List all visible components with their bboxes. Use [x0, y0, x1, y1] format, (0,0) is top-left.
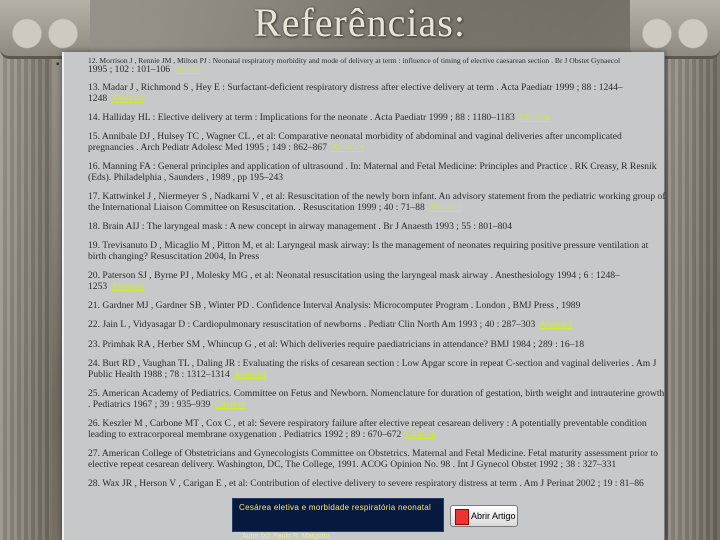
video-title: Cesárea eletiva e morbidade respiratória…	[239, 503, 432, 512]
reference-item: 18. Brain AIJ : The laryngeal mask : A n…	[88, 221, 668, 233]
reference-item: 27. American College of Obstetricians an…	[88, 447, 668, 471]
reference-item: 14. Halliday HL : Elective delivery at t…	[88, 111, 668, 124]
reference-text: 19. Trevisanuto D , Micaglio M , Pitton …	[88, 240, 649, 263]
reference-link[interactable]: Abstract	[111, 93, 144, 104]
reference-link[interactable]: Abstract	[331, 142, 364, 153]
reference-item: 23. Primhak RA , Herber SM , Whincup G ,…	[88, 338, 668, 351]
reference-text: 27. American College of Obstetricians an…	[88, 447, 658, 470]
reference-item: 26. Keszler M , Carbone MT , Cox C , et …	[88, 417, 668, 441]
reference-text: 25. American Academy of Pediatrics. Comm…	[88, 387, 665, 410]
reference-link[interactable]: Citation	[405, 429, 436, 440]
reference-text: 13. Madar J , Richmond S , Hey E : Surfa…	[88, 82, 623, 104]
reference-link[interactable]: Abstract	[539, 319, 572, 331]
right-pillar	[668, 0, 720, 540]
author-credit: Autor (a): Paulo R. Margotto	[242, 533, 330, 540]
open-article-button[interactable]: Abrir Artigo	[450, 505, 518, 527]
reference-item: 22. Jain L , Vidyasagar D : Cardiopulmon…	[88, 320, 668, 331]
reference-text: 28. Wax JR , Herson V , Carigan E , et a…	[88, 477, 644, 489]
open-article-label: Abrir Artigo	[471, 511, 516, 521]
reference-item: 12. Morrison J , Rennie JM , Milton PJ :…	[88, 56, 668, 74]
references-list: 12. Morrison J , Rennie JM , Milton PJ :…	[88, 56, 668, 498]
reference-text: 23. Primhak RA , Herber SM , Whincup G ,…	[88, 338, 585, 350]
reference-link[interactable]: Citation	[519, 112, 550, 123]
reference-item: 28. Wax JR , Herson V , Carigan E , et a…	[88, 477, 668, 490]
reference-text: 16. Manning FA : General principles and …	[88, 161, 657, 183]
reference-link[interactable]: Abstract	[234, 369, 267, 380]
pdf-document-icon	[455, 509, 469, 525]
reference-text: 24. Burt RD , Vaughan TL , Daling JR : E…	[88, 357, 657, 380]
reference-text: 14. Halliday HL : Elective delivery at t…	[88, 111, 515, 123]
reference-link[interactable]: Abstract	[174, 65, 200, 74]
reference-text: 22. Jain L , Vidyasagar D : Cardiopulmon…	[88, 319, 536, 331]
reference-link[interactable]: Abstract	[111, 281, 144, 292]
reference-item: 15. Annibale DJ , Hulsey TC , Wagner CL …	[88, 131, 668, 154]
video-thumbnail[interactable]: Cesárea eletiva e morbidade respiratória…	[232, 498, 444, 532]
reference-item: 17. Kattwinkel J , Niermeyer S , Nadkarn…	[88, 191, 668, 214]
reference-item: 19. Trevisanuto D , Micaglio M , Pitton …	[88, 240, 668, 263]
reference-item: 16. Manning FA : General principles and …	[88, 161, 668, 184]
reference-item: 25. American Academy of Pediatrics. Comm…	[88, 387, 668, 411]
references-panel: ▪ 12. Morrison J , Rennie JM , Milton PJ…	[56, 52, 668, 540]
reference-text: 26. Keszler M , Carbone MT , Cox C , et …	[88, 417, 647, 440]
reference-item: 24. Burt RD , Vaughan TL , Daling JR : E…	[88, 357, 668, 381]
reference-item: 20. Paterson SJ , Byrne PJ , Molesky MG …	[88, 270, 668, 293]
left-pillar	[0, 0, 52, 540]
reference-link[interactable]: Citation	[214, 399, 245, 410]
reference-text-continued: 1995 ; 102 : 101–106	[88, 64, 171, 75]
slide-title: Referências:	[254, 0, 466, 45]
reference-item: 21. Gardner MJ , Gardner SB , Winter PD …	[88, 300, 668, 312]
reference-item: 13. Madar J , Richmond S , Hey E : Surfa…	[88, 82, 668, 105]
reference-link[interactable]: Abstract	[429, 202, 462, 213]
reference-text: 18. Brain AIJ : The laryngeal mask : A n…	[88, 221, 512, 233]
reference-text: 20. Paterson SJ , Byrne PJ , Molesky MG …	[88, 270, 620, 293]
reference-text: 17. Kattwinkel J , Niermeyer S , Nadkarn…	[88, 191, 666, 213]
reference-text: 21. Gardner MJ , Gardner SB , Winter PD …	[88, 300, 581, 312]
bullet-icon: ▪	[56, 59, 60, 70]
